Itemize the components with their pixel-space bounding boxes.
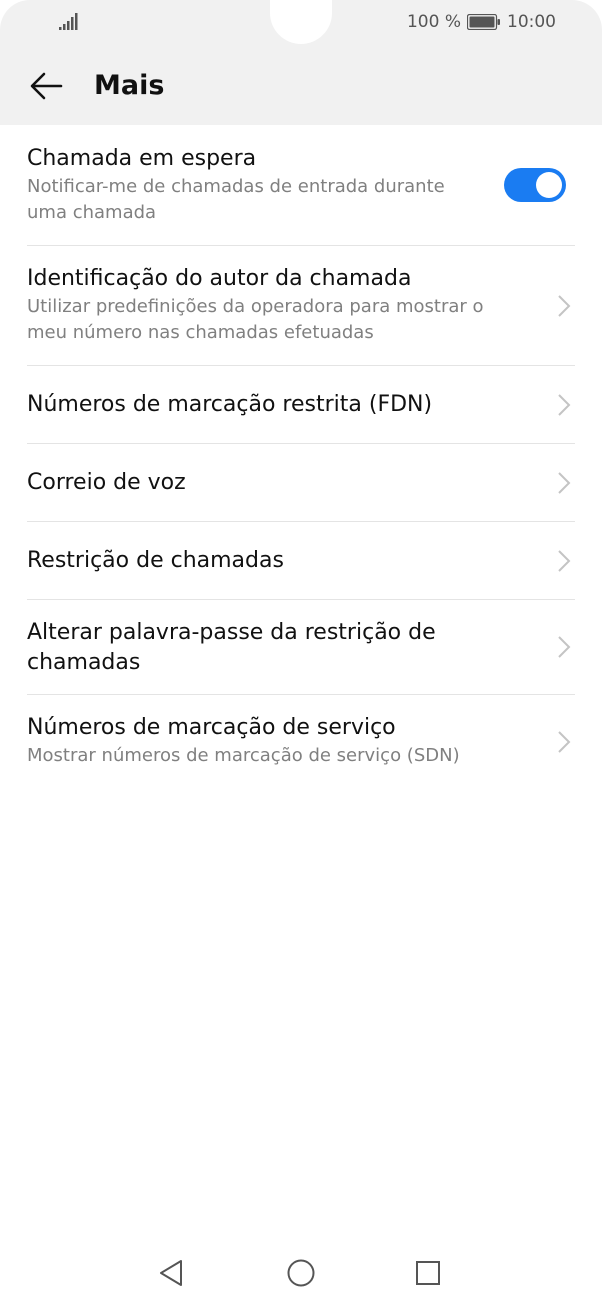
setting-title: Números de marcação restrita (FDN) xyxy=(27,392,433,417)
back-button[interactable] xyxy=(28,68,64,104)
setting-caller-id[interactable]: Identificação do autor da chamada Utiliz… xyxy=(27,246,575,366)
setting-title: Chamada em espera xyxy=(27,146,257,171)
chevron-right-icon xyxy=(558,294,571,317)
setting-call-waiting[interactable]: Chamada em espera Notificar-me de chamad… xyxy=(27,125,575,246)
status-right: 100 % 10:00 xyxy=(407,11,556,33)
chevron-right-icon xyxy=(558,393,571,416)
nav-recents-button[interactable] xyxy=(412,1257,444,1289)
call-waiting-toggle[interactable] xyxy=(504,168,566,202)
battery-percent: 100 % xyxy=(406,12,461,32)
setting-barring-password[interactable]: Alterar palavra-passe da restrição de ch… xyxy=(27,600,575,695)
camera-notch xyxy=(270,0,332,44)
setting-call-barring[interactable]: Restrição de chamadas xyxy=(27,522,575,600)
arrow-left-icon xyxy=(30,72,63,100)
setting-voicemail[interactable]: Correio de voz xyxy=(27,444,575,522)
setting-fdn[interactable]: Números de marcação restrita (FDN) xyxy=(27,366,575,444)
circle-home-icon xyxy=(287,1259,315,1287)
clock: 10:00 xyxy=(507,12,556,32)
setting-subtitle: Utilizar predefinições da operadora para… xyxy=(27,296,484,343)
nav-home-button[interactable] xyxy=(285,1257,317,1289)
chevron-right-icon xyxy=(558,471,571,494)
toggle-knob xyxy=(536,172,562,198)
square-recents-icon xyxy=(416,1261,440,1285)
signal-icon xyxy=(59,13,78,30)
setting-sdn[interactable]: Números de marcação de serviço Mostrar n… xyxy=(27,695,575,789)
setting-title: Correio de voz xyxy=(27,470,186,495)
setting-title: Identificação do autor da chamada xyxy=(27,266,412,291)
setting-title: Alterar palavra-passe da restrição de ch… xyxy=(27,620,436,675)
setting-subtitle: Notificar-me de chamadas de entrada dura… xyxy=(27,176,445,223)
chevron-right-icon xyxy=(558,636,571,658)
setting-title: Restrição de chamadas xyxy=(27,548,284,573)
chevron-right-icon xyxy=(558,731,571,753)
nav-back-button[interactable] xyxy=(155,1257,187,1289)
app-header: 100 % 10:00 Mais xyxy=(0,0,602,125)
page-title: Mais xyxy=(94,70,165,101)
setting-subtitle: Mostrar números de marcação de serviço (… xyxy=(27,745,460,766)
settings-list: Chamada em espera Notificar-me de chamad… xyxy=(27,125,575,789)
triangle-back-icon xyxy=(160,1260,182,1286)
battery-icon xyxy=(467,14,501,30)
navigation-bar xyxy=(0,1245,602,1300)
chevron-right-icon xyxy=(558,549,571,572)
setting-title: Números de marcação de serviço xyxy=(27,715,396,740)
